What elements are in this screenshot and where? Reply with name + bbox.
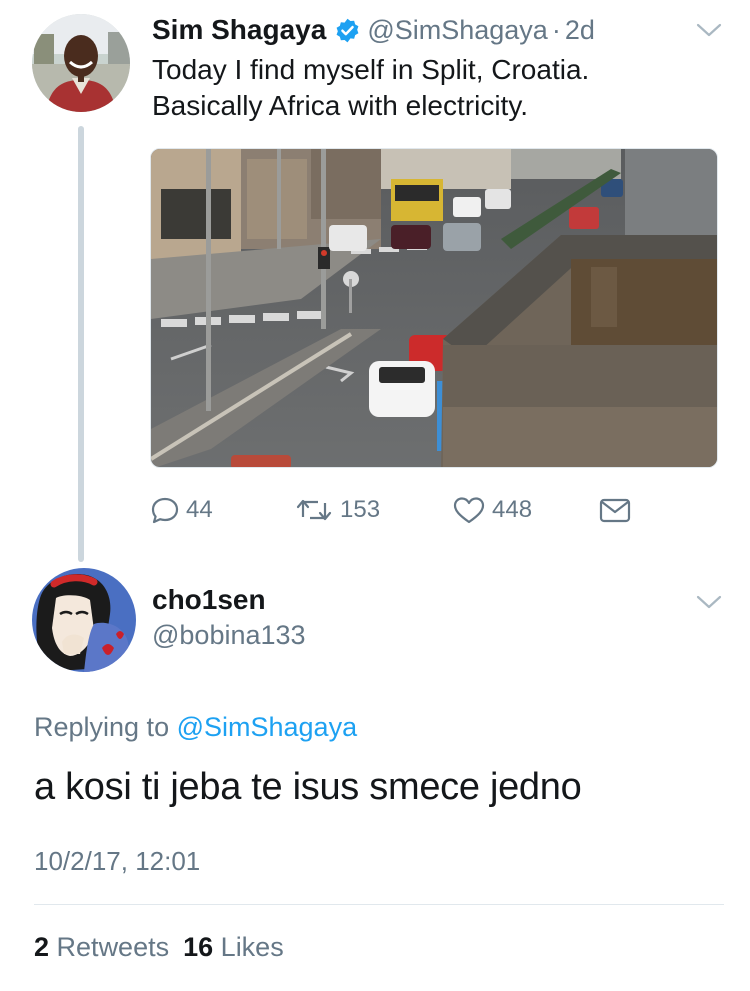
replying-to: Replying to @SimShagaya <box>34 712 357 743</box>
retweet-icon <box>296 499 332 521</box>
retweets-label: Retweets <box>56 932 170 962</box>
reply-count: 44 <box>186 496 213 523</box>
author-name[interactable]: Sim Shagaya <box>152 14 326 46</box>
retweet-button[interactable]: 153 <box>294 490 380 530</box>
likes-stat[interactable]: 16 Likes <box>183 932 284 962</box>
envelope-icon <box>599 498 631 523</box>
reply-button[interactable]: 44 <box>150 490 213 530</box>
tweet-header: Sim Shagaya @SimShagaya · 2d <box>152 12 595 48</box>
heart-icon <box>453 497 485 524</box>
reply-author-handle[interactable]: @bobina133 <box>152 620 306 651</box>
separator-dot: · <box>551 14 561 45</box>
tweet-actions: 44 153 448 <box>150 490 640 530</box>
chevron-down-icon[interactable] <box>696 594 722 610</box>
replying-to-prefix: Replying to <box>34 712 177 742</box>
reply-text: a kosi ti jeba te isus smece jedno <box>34 766 582 808</box>
avatar-sim-shagaya[interactable] <box>32 14 130 112</box>
tweet-text-line: Basically Africa with electricity. <box>152 90 529 121</box>
retweet-count: 153 <box>340 496 381 523</box>
reply-icon <box>151 497 179 524</box>
author-handle[interactable]: @SimShagaya <box>367 15 548 46</box>
reply-timestamp: 10/2/17, 12:01 <box>34 846 201 876</box>
replying-to-mention[interactable]: @SimShagaya <box>177 712 358 742</box>
thread-connector-line <box>78 126 84 562</box>
reply-stats: 2 Retweets 16 Likes <box>34 932 284 963</box>
chevron-down-icon[interactable] <box>696 22 722 38</box>
tweet-text: Today I find myself in Split, Croatia. B… <box>152 52 712 124</box>
divider <box>34 904 724 905</box>
like-count: 448 <box>492 496 533 523</box>
verified-badge-icon <box>334 17 361 44</box>
reply-author-name[interactable]: cho1sen <box>152 584 266 616</box>
tweet-text-line: Today I find myself in Split, Croatia. <box>152 54 590 85</box>
direct-message-button[interactable] <box>598 490 638 530</box>
likes-label: Likes <box>220 932 284 962</box>
likes-count: 16 <box>183 932 214 962</box>
tweet-timestamp[interactable]: 2d <box>565 15 595 46</box>
avatar-cho1sen[interactable] <box>32 568 136 672</box>
like-button[interactable]: 448 <box>452 490 532 530</box>
tweet-photo[interactable] <box>150 148 718 468</box>
retweets-stat[interactable]: 2 Retweets <box>34 932 169 962</box>
retweets-count: 2 <box>34 932 50 962</box>
